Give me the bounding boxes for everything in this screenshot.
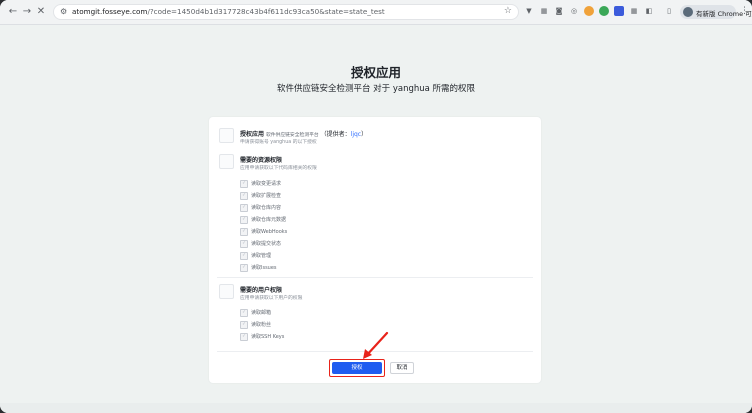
app-section-desc: 申请获得账号 yanghua 的以下授权 — [240, 140, 317, 145]
browser-toolbar: ← → ✕ ⚙ atomgit.fosseye.com/?code=1450d4… — [0, 0, 752, 25]
url-text: atomgit.fosseye.com/?code=1450d4b1d31772… — [72, 7, 385, 16]
permission-label: 读取粉丝 — [251, 322, 272, 328]
permission-label: 读取Issues — [251, 265, 277, 271]
address-bar[interactable]: ⚙ atomgit.fosseye.com/?code=1450d4b1d317… — [53, 4, 519, 20]
user-section-icon — [219, 284, 234, 299]
checkbox-disabled: ✓ — [240, 216, 248, 224]
app-logo — [219, 128, 234, 143]
extension-green-icon[interactable] — [599, 6, 609, 16]
provider-suffix: ） — [361, 131, 368, 138]
user-section-title: 需要的用户权限 — [240, 287, 283, 294]
section-divider — [217, 277, 533, 278]
url-host: atomgit.fosseye.com — [72, 7, 148, 16]
extension-grid2-icon[interactable]: ▦ — [629, 6, 639, 16]
checkbox-disabled: ✓ — [240, 252, 248, 260]
resource-section-icon — [219, 154, 234, 169]
checkbox-disabled: ✓ — [240, 309, 248, 317]
permission-label: 读取扩展检查 — [251, 193, 282, 199]
checkbox-disabled: ✓ — [240, 321, 248, 329]
permission-label: 读取变更请求 — [251, 181, 282, 187]
checkbox-disabled: ✓ — [240, 192, 248, 200]
extension-blue-icon[interactable] — [614, 6, 624, 16]
extensions-puzzle-icon[interactable]: ◧ — [644, 6, 654, 16]
app-section-title: 授权应用 — [240, 131, 265, 138]
site-info-icon[interactable]: ⚙ — [60, 7, 67, 16]
extension-filter-icon[interactable]: ▼ — [524, 6, 534, 16]
back-icon[interactable]: ← — [6, 5, 20, 19]
app-info-line: 授权应用 软件供应链安全检测平台 （提供者：ljqc） — [240, 129, 367, 138]
checkbox-disabled: ✓ — [240, 204, 248, 212]
extension-circle-icon[interactable]: ◎ — [569, 6, 579, 16]
checkbox-disabled: ✓ — [240, 264, 248, 272]
menu-icon[interactable]: ⋮ — [740, 6, 749, 16]
permission-label: 读取SSH Keys — [251, 334, 285, 340]
checkbox-disabled: ✓ — [240, 333, 248, 341]
update-chrome-button[interactable]: 有新版 Chrome 可用 — [680, 5, 752, 19]
checkbox-disabled: ✓ — [240, 240, 248, 248]
bookmark-star-icon[interactable]: ☆ — [504, 6, 512, 16]
cancel-button[interactable]: 取消 — [390, 362, 414, 374]
extension-grid-icon[interactable]: ▦ — [539, 6, 549, 16]
reload-icon[interactable]: ✕ — [34, 5, 48, 19]
profile-avatar — [683, 7, 693, 17]
permission-label: 读取WebHooks — [251, 229, 288, 235]
resource-section-title: 需要的资源权限 — [240, 157, 283, 164]
permission-label: 读取仓库元数据 — [251, 217, 287, 223]
url-path: /?code=1450d4b1d317728c43b4f611dc93ca50&… — [147, 7, 385, 16]
page-subtitle: 软件供应链安全检测平台 对于 yanghua 所需的权限 — [276, 84, 476, 94]
forward-icon[interactable]: → — [20, 5, 34, 19]
side-panel-icon[interactable]: ▯ — [664, 6, 674, 16]
annotation-arrow-icon — [363, 331, 389, 359]
user-section-desc: 应用申请获取以下用户的权限 — [240, 296, 303, 301]
permission-label: 读取管理 — [251, 253, 272, 259]
provider-prefix: （提供者： — [320, 131, 351, 138]
page-bottom-strip — [0, 403, 752, 413]
resource-section-desc: 应用申请获取以下代码库相关的权限 — [240, 166, 317, 171]
permission-label: 读取邮箱 — [251, 310, 272, 316]
page-title: 授权应用 — [350, 65, 401, 80]
checkbox-disabled: ✓ — [240, 180, 248, 188]
browser-window: ← → ✕ ⚙ atomgit.fosseye.com/?code=1450d4… — [0, 0, 752, 413]
extension-camera-icon[interactable]: ◙ — [554, 6, 564, 16]
authorize-button[interactable]: 授权 — [332, 362, 382, 374]
checkbox-disabled: ✓ — [240, 228, 248, 236]
permission-label: 读取提交状态 — [251, 241, 282, 247]
extension-orange-icon[interactable] — [584, 6, 594, 16]
provider-link[interactable]: ljqc — [351, 131, 361, 138]
permission-label: 读取仓库内容 — [251, 205, 282, 211]
